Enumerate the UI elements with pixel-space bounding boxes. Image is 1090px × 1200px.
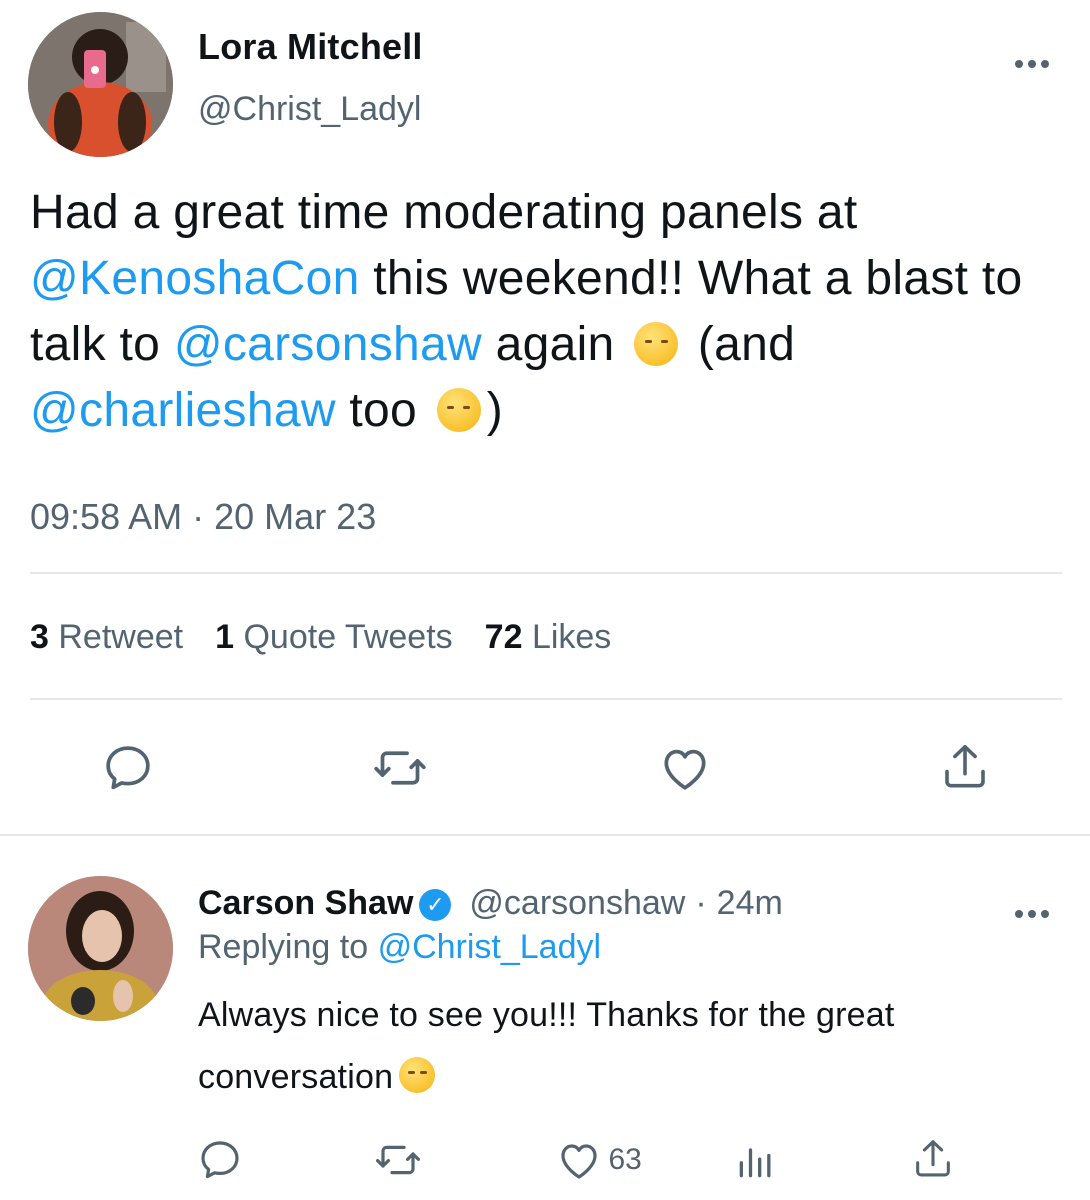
quote-label: Quote Tweets (243, 618, 453, 656)
reply-text-body: Always nice to see you!!! Thanks for the… (198, 996, 895, 1096)
author-handle[interactable]: @Christ_Ladyl (198, 90, 422, 129)
retweet-icon[interactable] (372, 1136, 424, 1189)
likes-stat[interactable]: 72 Likes (485, 618, 612, 656)
tweet-text-part: ) (486, 384, 503, 437)
replying-handle[interactable]: @Christ_Ladyl (378, 928, 602, 966)
retweet-icon[interactable] (370, 740, 430, 801)
tweet-time: 09:58 AM (30, 496, 183, 537)
like-count: 63 (608, 1143, 642, 1176)
tweet-text-part: again (481, 318, 629, 371)
likes-count: 72 (484, 618, 523, 656)
quote-stat[interactable]: 1 Quote Tweets (215, 618, 453, 656)
separator: · (192, 496, 205, 537)
tweet-timestamp[interactable]: 09:58 AM · 20 Mar 23 (30, 496, 376, 538)
replying-prefix: Replying to (198, 928, 369, 966)
separator: · (695, 884, 707, 922)
reply-icon[interactable] (196, 1136, 244, 1189)
analytics-icon[interactable] (734, 1138, 778, 1189)
author-name[interactable]: Lora Mitchell (198, 26, 423, 68)
more-options-icon[interactable] (1014, 894, 1050, 928)
tweet-stats: 3 Retweet 1 Quote Tweets 72 Likes (30, 618, 611, 657)
tweet-date: 20 Mar 23 (214, 496, 377, 537)
tweet-text-part: Had a great time moderating panels at (30, 186, 858, 239)
like-icon (561, 1144, 597, 1179)
quote-count: 1 (215, 618, 235, 656)
share-icon[interactable] (938, 738, 992, 801)
winking-emoji-icon (436, 388, 481, 432)
reply-icon[interactable] (100, 740, 156, 801)
retweet-stat[interactable]: 3 Retweet (30, 618, 183, 656)
reply-time[interactable]: 24m (717, 884, 783, 922)
divider (30, 572, 1062, 574)
smiling-emoji-icon (634, 322, 679, 366)
mention-link[interactable]: @charlieshaw (30, 384, 336, 437)
mention-link[interactable]: @carsonshaw (174, 318, 482, 371)
divider (30, 698, 1062, 700)
reply-author-name[interactable]: Carson Shaw (198, 884, 413, 922)
like-button[interactable]: 63 (554, 1136, 642, 1184)
mention-link[interactable]: @KenoshaCon (30, 252, 360, 305)
avatar[interactable] (28, 12, 173, 157)
more-options-icon[interactable] (1014, 44, 1050, 78)
tweet-text: Had a great time moderating panels at @K… (30, 180, 1060, 444)
verified-badge-icon: ✓ (419, 889, 452, 921)
avatar[interactable] (28, 876, 173, 1021)
smiling-emoji-icon (399, 1057, 436, 1093)
replying-to: Replying to @Christ_Ladyl (198, 928, 601, 967)
reply-text: Always nice to see you!!! Thanks for the… (198, 984, 1058, 1108)
likes-label: Likes (531, 618, 612, 656)
retweet-count: 3 (30, 618, 49, 656)
reply-header: Carson Shaw ✓ @carsonshaw · 24m (198, 884, 783, 923)
like-icon[interactable] (656, 740, 714, 801)
share-icon[interactable] (910, 1134, 956, 1189)
tweet-text-part: too (335, 384, 431, 437)
divider (0, 834, 1090, 836)
tweet-text-part: (and (684, 318, 796, 371)
reply-author-handle[interactable]: @carsonshaw (469, 884, 685, 922)
retweet-label: Retweet (58, 618, 184, 656)
